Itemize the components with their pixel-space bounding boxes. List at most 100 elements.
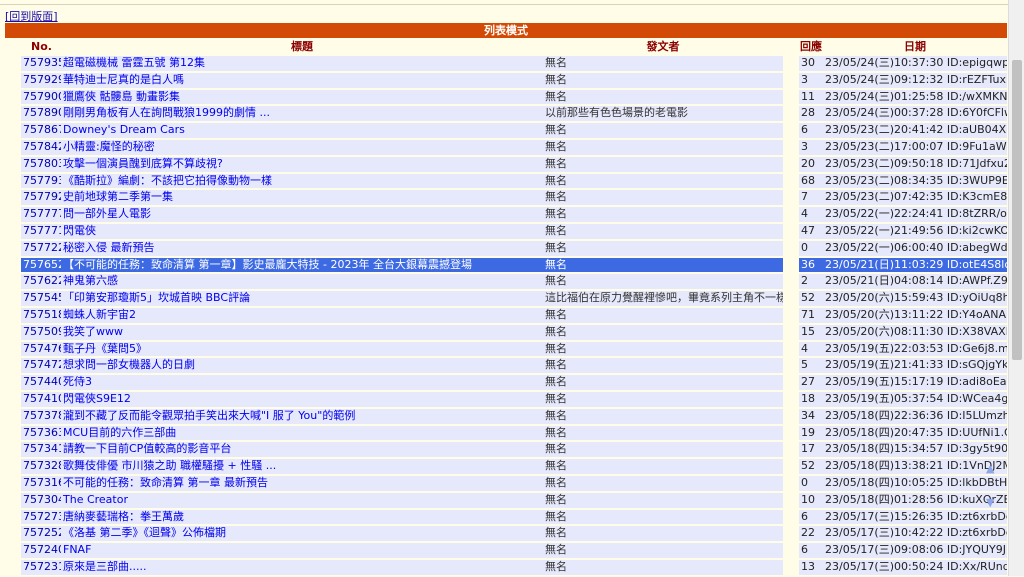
table-row[interactable]: 757652 【不可能的任務：致命清算 第一章】影史最龐大特技 - 2023年 全… [5, 257, 1007, 273]
post-number[interactable]: 757890 [21, 106, 61, 122]
post-title-link[interactable]: 剛剛男角板有人在詢問戰狼1999的劇情 ... [61, 106, 543, 122]
table-row[interactable]: 757793 《酷斯拉》編劇：不該把它拍得像動物一樣 無名 68 23/05/23(二)… [5, 173, 1007, 189]
post-title-link[interactable]: FNAF [61, 543, 543, 558]
post-title-link[interactable]: 唐納麥藝瑞格：拳王萬歲 [61, 509, 543, 525]
row-spacer [5, 475, 21, 491]
table-row[interactable]: 757316 不可能的任務：致命清算 第一章 最新預告 無名 0 23/05/18(四)… [5, 475, 1007, 491]
scroll-down-arrow-icon[interactable]: ▼ [986, 496, 994, 509]
post-title-link[interactable]: 神鬼第六感 [61, 274, 543, 290]
table-row[interactable]: 757472 想求問一部女機器人的日劇 無名 5 23/05/19(五)21:41:33… [5, 358, 1007, 374]
post-number[interactable]: 757328 [21, 459, 61, 474]
table-row[interactable]: 757935 超電磁機械 雷霆五號 第12集 無名 30 23/05/24(三)10:3… [5, 56, 1007, 71]
post-title-link[interactable]: 想求問一部女機器人的日劇 [61, 358, 543, 374]
post-number[interactable]: 757476 [21, 341, 61, 357]
table-row[interactable]: 757842 小精靈:魔怪的秘密 無名 3 23/05/23(二)17:00:07 ID… [5, 139, 1007, 155]
post-number[interactable]: 757545 [21, 291, 61, 306]
post-number[interactable]: 757341 [21, 442, 61, 458]
post-number[interactable]: 757363 [21, 425, 61, 441]
table-row[interactable]: 757900 獵鷹俠 骷髏島 動畫影集 無名 11 23/05/24(三)01:25:5… [5, 89, 1007, 105]
page-scrollbar[interactable] [1008, 0, 1024, 576]
post-title-link[interactable]: 瀧到不藏了反而能令觀眾拍手笑出來大喊"I 服了 You"的範例 [61, 408, 543, 424]
scrollbar-thumb[interactable] [1012, 60, 1022, 360]
post-title-link[interactable]: 甄子丹《葉問5》 [61, 341, 543, 357]
table-row[interactable]: 757341 請教一下目前CP值較高的影音平台 無名 17 23/05/18(四)15:… [5, 442, 1007, 458]
post-number[interactable]: 757410 [21, 391, 61, 407]
table-row[interactable]: 757240 FNAF 無名 6 23/05/17(三)09:08:06 ID:JYQU… [5, 543, 1007, 558]
table-row[interactable]: 757777 問一部外星人電影 無名 4 23/05/22(一)22:24:41 ID:… [5, 207, 1007, 222]
post-title-link[interactable]: 【不可能的任務：致命清算 第一章】影史最龐大特技 - 2023年 全台大銀幕震撼… [61, 257, 543, 273]
post-title-link[interactable]: 小精靈:魔怪的秘密 [61, 139, 543, 155]
post-number[interactable]: 757900 [21, 89, 61, 105]
post-title-link[interactable]: 蜘蛛人新宇宙2 [61, 307, 543, 323]
table-row[interactable]: 757378 瀧到不藏了反而能令觀眾拍手笑出來大喊"I 服了 You"的範例 無名 3… [5, 408, 1007, 424]
reply-count: 27 [799, 375, 823, 390]
table-row[interactable]: 757771 閃電俠 無名 47 23/05/22(一)21:49:56 ID:ki2c… [5, 223, 1007, 239]
post-number[interactable]: 757440 [21, 375, 61, 390]
post-title-link[interactable]: 死侍3 [61, 375, 543, 390]
post-number[interactable]: 757793 [21, 173, 61, 189]
table-row[interactable]: 757792 史前地球第二季第一集 無名 7 23/05/23(二)07:42:35 I… [5, 190, 1007, 206]
post-title-link[interactable]: 《洛基 第二季》《迴聲》公佈檔期 [61, 526, 543, 542]
back-to-board-link[interactable]: [回到版面] [5, 10, 58, 23]
post-number[interactable]: 757518 [21, 307, 61, 323]
table-row[interactable]: 757476 甄子丹《葉問5》 無名 4 23/05/19(五)22:03:53 ID:… [5, 341, 1007, 357]
table-row[interactable]: 757622 神鬼第六感 無名 2 23/05/21(日)04:08:14 ID:AWP… [5, 274, 1007, 290]
post-number[interactable]: 757722 [21, 240, 61, 256]
post-title-link[interactable]: MCU目前的六作三部曲 [61, 425, 543, 441]
table-row[interactable]: 757867 Downey's Dream Cars 無名 6 23/05/23(二)2… [5, 123, 1007, 138]
post-title-link[interactable]: 閃電俠 [61, 223, 543, 239]
post-number[interactable]: 757273 [21, 509, 61, 525]
table-row[interactable]: 757363 MCU目前的六作三部曲 無名 19 23/05/18(四)20:47:35… [5, 425, 1007, 441]
post-number[interactable]: 757304 [21, 492, 61, 508]
table-row[interactable]: 757929 華特迪士尼真的是白人嗎 無名 3 23/05/24(三)09:12:32 … [5, 72, 1007, 88]
post-number[interactable]: 757316 [21, 475, 61, 491]
table-row[interactable]: 757273 唐納麥藝瑞格：拳王萬歲 無名 6 23/05/17(三)15:26:35 … [5, 509, 1007, 525]
table-row[interactable]: 757890 剛剛男角板有人在詢問戰狼1999的劇情 ... 以前那些有色色場景的老… [5, 106, 1007, 122]
post-title-link[interactable]: 超電磁機械 雷霆五號 第12集 [61, 56, 543, 71]
table-row[interactable]: 757440 死侍3 無名 27 23/05/19(五)15:17:19 ID:adi8… [5, 375, 1007, 390]
post-number[interactable]: 757378 [21, 408, 61, 424]
post-title-link[interactable]: 閃電俠S9E12 [61, 391, 543, 407]
post-title-link[interactable]: 不可能的任務：致命清算 第一章 最新預告 [61, 475, 543, 491]
post-title-link[interactable]: 史前地球第二季第一集 [61, 190, 543, 206]
post-title-link[interactable]: Downey's Dream Cars [61, 123, 543, 138]
post-title-link[interactable]: 問一部外星人電影 [61, 207, 543, 222]
post-number[interactable]: 757252 [21, 526, 61, 542]
post-number[interactable]: 757803 [21, 156, 61, 172]
post-title-link[interactable]: 請教一下目前CP值較高的影音平台 [61, 442, 543, 458]
post-number[interactable]: 757240 [21, 543, 61, 558]
post-number[interactable]: 757929 [21, 72, 61, 88]
post-number[interactable]: 757509 [21, 324, 61, 340]
post-title-link[interactable]: 華特迪士尼真的是白人嗎 [61, 72, 543, 88]
post-title-link[interactable]: 攻擊一個演員醜到底算不算歧視? [61, 156, 543, 172]
table-row[interactable]: 757252 《洛基 第二季》《迴聲》公佈檔期 無名 22 23/05/17(三)10:… [5, 526, 1007, 542]
post-title-link[interactable]: The Creator [61, 492, 543, 508]
post-title-link[interactable]: 《酷斯拉》編劇：不該把它拍得像動物一樣 [61, 173, 543, 189]
post-number[interactable]: 757622 [21, 274, 61, 290]
post-title-link[interactable]: 獵鷹俠 骷髏島 動畫影集 [61, 89, 543, 105]
post-number[interactable]: 757935 [21, 56, 61, 71]
table-row[interactable]: 757410 閃電俠S9E12 無名 18 23/05/19(五)05:37:54 ID… [5, 391, 1007, 407]
table-row[interactable]: 757304 The Creator 無名 10 23/05/18(四)01:28:56… [5, 492, 1007, 508]
post-number[interactable]: 757771 [21, 223, 61, 239]
post-title-link[interactable]: 歌舞伎俳優 市川猿之助 職權騷擾 + 性騷 ... [61, 459, 543, 474]
post-number[interactable]: 757792 [21, 190, 61, 206]
table-row[interactable]: 757518 蜘蛛人新宇宙2 無名 71 23/05/20(六)13:11:22 ID:… [5, 307, 1007, 323]
post-number[interactable]: 757777 [21, 207, 61, 222]
post-number[interactable]: 757842 [21, 139, 61, 155]
table-row[interactable]: 757231 原來是三部曲..... 無名 13 23/05/17(三)00:50:24… [5, 559, 1007, 575]
post-number[interactable]: 757652 [21, 257, 61, 273]
table-row[interactable]: 757545 「印第安那瓊斯5」坎城首映 BBC評論 這比福伯在原力覺醒裡慘吧，畢竟… [5, 291, 1007, 306]
post-title-link[interactable]: 「印第安那瓊斯5」坎城首映 BBC評論 [61, 291, 543, 306]
scroll-up-arrow-icon[interactable]: ▲ [986, 462, 994, 475]
post-number[interactable]: 757472 [21, 358, 61, 374]
post-title-link[interactable]: 秘密入侵 最新預告 [61, 240, 543, 256]
post-title-link[interactable]: 我笑了www [61, 324, 543, 340]
table-row[interactable]: 757328 歌舞伎俳優 市川猿之助 職權騷擾 + 性騷 ... 無名 52 23/05… [5, 459, 1007, 474]
table-row[interactable]: 757722 秘密入侵 最新預告 無名 0 23/05/22(一)06:00:40 ID… [5, 240, 1007, 256]
post-number[interactable]: 757867 [21, 123, 61, 138]
post-number[interactable]: 757231 [21, 559, 61, 575]
post-title-link[interactable]: 原來是三部曲..... [61, 559, 543, 575]
table-row[interactable]: 757803 攻擊一個演員醜到底算不算歧視? 無名 20 23/05/23(二)09:5… [5, 156, 1007, 172]
table-row[interactable]: 757509 我笑了www 無名 15 23/05/20(六)08:11:30 ID:X… [5, 324, 1007, 340]
